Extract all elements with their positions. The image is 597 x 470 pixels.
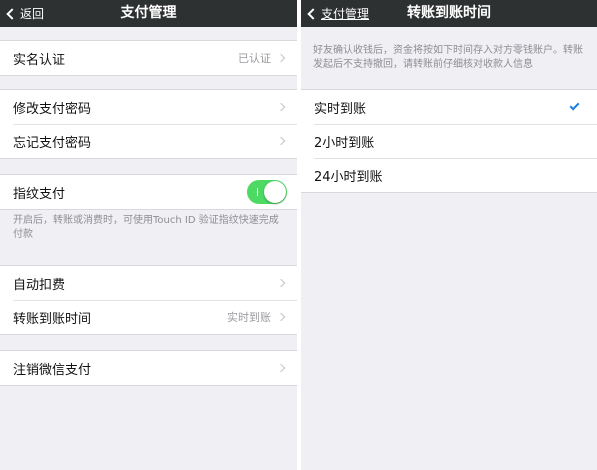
row-value: 已认证: [238, 52, 271, 65]
row-value: 实时到账: [227, 311, 271, 324]
toggle-knob: [264, 181, 286, 203]
toggle-on-mark: [257, 188, 258, 196]
option-realtime[interactable]: 实时到账: [301, 90, 597, 124]
row-label: 实名认证: [13, 52, 66, 68]
realname-row[interactable]: 实名认证 已认证: [0, 41, 297, 75]
chevron-right-icon: [276, 53, 286, 63]
auto-deduct-row[interactable]: 自动扣费: [0, 266, 297, 300]
chevron-right-icon: [276, 312, 286, 322]
chevron-right-icon: [276, 278, 286, 288]
navbar: 返回 支付管理: [0, 0, 297, 27]
password-group: 修改支付密码 忘记支付密码: [0, 89, 297, 159]
option-label: 24小时到账: [314, 169, 383, 185]
fingerprint-group: 指纹支付: [0, 174, 297, 210]
forgot-password-row[interactable]: 忘记支付密码: [0, 124, 297, 158]
payment-management-screen: 返回 支付管理 实名认证 已认证 修改支付密码 忘记支付密码 指纹支付 开启后，…: [0, 0, 297, 470]
row-label: 自动扣费: [13, 277, 66, 293]
chevron-right-icon: [276, 102, 286, 112]
back-button[interactable]: 支付管理: [307, 0, 369, 27]
change-password-row[interactable]: 修改支付密码: [0, 90, 297, 124]
row-label: 指纹支付: [13, 186, 66, 202]
row-label: 修改支付密码: [13, 101, 92, 117]
chevron-left-icon: [307, 7, 319, 20]
deduct-group: 自动扣费 转账到账时间 实时到账: [0, 265, 297, 335]
back-button[interactable]: 返回: [6, 0, 44, 27]
chevron-right-icon: [276, 363, 286, 373]
option-2-hours[interactable]: 2小时到账: [301, 124, 597, 158]
fingerprint-toggle[interactable]: [247, 180, 287, 204]
realname-group: 实名认证 已认证: [0, 40, 297, 76]
fingerprint-row: 指纹支付: [0, 175, 297, 209]
row-label: 忘记支付密码: [13, 135, 92, 151]
transfer-options-group: 实时到账 2小时到账 24小时到账: [301, 89, 597, 193]
row-label: 注销微信支付: [13, 362, 92, 378]
navbar: 支付管理 转账到账时间: [301, 0, 597, 27]
cancel-group: 注销微信支付: [0, 350, 297, 386]
option-label: 2小时到账: [314, 135, 375, 151]
back-label: 返回: [20, 7, 45, 21]
transfer-time-screen: 支付管理 转账到账时间 好友确认收钱后，资金将按如下时间存入对方零钱账户。转账发…: [301, 0, 597, 470]
chevron-right-icon: [276, 136, 286, 146]
row-label: 转账到账时间: [13, 311, 92, 327]
back-label: 支付管理: [321, 7, 370, 21]
chevron-left-icon: [6, 7, 18, 20]
option-24-hours[interactable]: 24小时到账: [301, 158, 597, 192]
page-title: 支付管理: [120, 5, 177, 21]
transfer-time-row[interactable]: 转账到账时间 实时到账: [0, 300, 297, 334]
fingerprint-footnote: 开启后，转账或消费时，可使用Touch ID 验证指纹快速完成付款: [13, 215, 279, 240]
option-label: 实时到账: [314, 101, 367, 117]
cancel-wechat-pay-row[interactable]: 注销微信支付: [0, 351, 297, 385]
transfer-description: 好友确认收钱后，资金将按如下时间存入对方零钱账户。转账发起后不支持撤回，请转账前…: [313, 45, 583, 70]
